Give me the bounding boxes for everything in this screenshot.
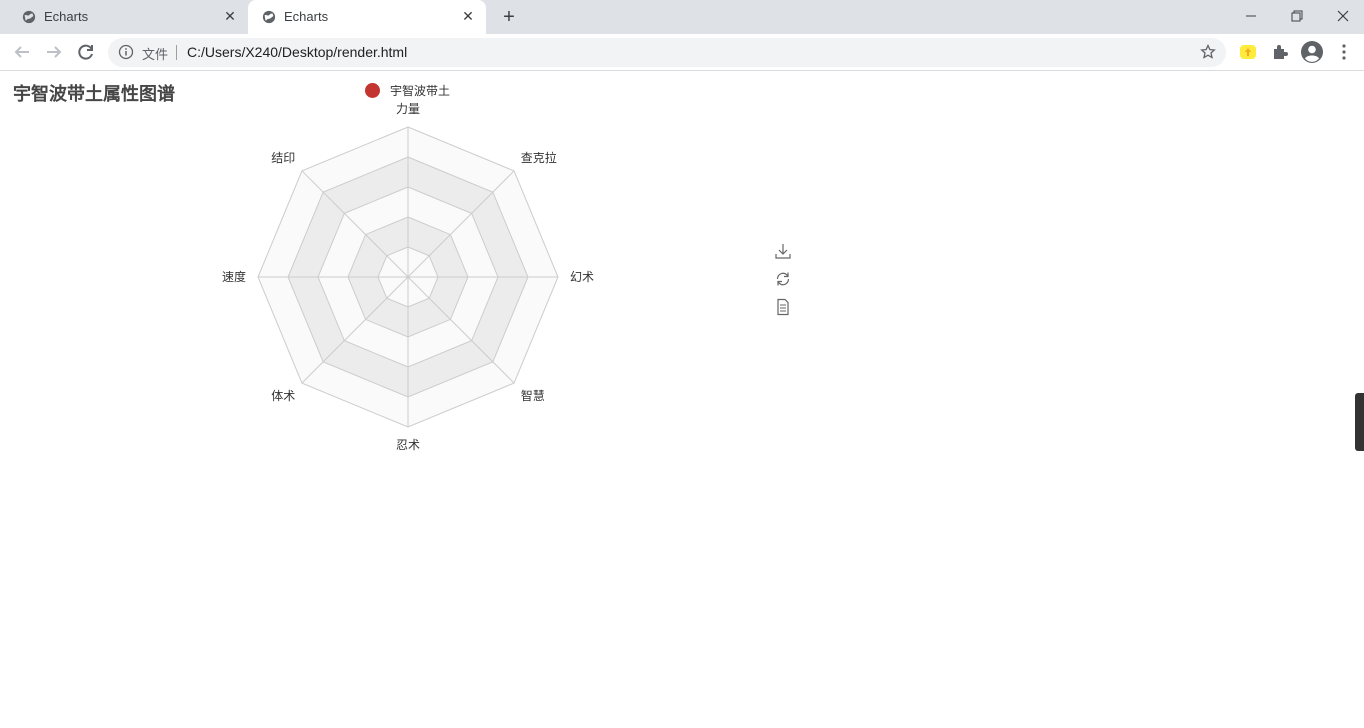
- globe-icon: [22, 10, 36, 24]
- extensions-puzzle-icon[interactable]: [1270, 42, 1290, 62]
- browser-toolbar: 文件 C:/Users/X240/Desktop/render.html: [0, 34, 1364, 71]
- page-content: 宇智波带土属性图谱 宇智波带土 力量 查克拉 幻术 智慧 忍术 体术 速度 结印: [0, 72, 1364, 728]
- tab-title: Echarts: [284, 9, 329, 24]
- restore-icon[interactable]: [774, 270, 792, 288]
- radar-indicator-label: 速度: [222, 269, 246, 284]
- tab-echarts-1[interactable]: Echarts ✕: [8, 0, 248, 34]
- radar-chart: 力量查克拉幻术智慧忍术 体术 速度 结印: [222, 102, 594, 452]
- globe-icon: [262, 10, 276, 24]
- security-label: 文件: [142, 48, 169, 63]
- minimize-icon: [1246, 15, 1256, 17]
- radar-indicator-label: 幻术: [570, 270, 594, 284]
- close-icon[interactable]: ✕: [460, 8, 476, 24]
- radar-indicator-label: 体术: [271, 389, 295, 403]
- download-icon[interactable]: [774, 242, 792, 260]
- data-view-icon[interactable]: [774, 298, 792, 316]
- close-icon[interactable]: ✕: [222, 8, 238, 24]
- reload-icon[interactable]: [74, 40, 98, 64]
- radar-indicator-label: 忍术: [396, 438, 420, 452]
- menu-kebab-icon[interactable]: [1334, 42, 1354, 62]
- bookmark-star-icon[interactable]: [1200, 44, 1216, 60]
- new-tab-button[interactable]: +: [498, 6, 520, 28]
- info-icon[interactable]: [118, 44, 134, 60]
- radar-indicator-label: 智慧: [521, 388, 545, 403]
- tab-title: Echarts: [44, 9, 89, 24]
- close-window-icon: [1337, 10, 1349, 22]
- side-panel-handle[interactable]: [1355, 393, 1364, 451]
- radar-indicator-label: 力量: [396, 102, 420, 116]
- forward-icon[interactable]: [42, 40, 66, 64]
- tab-echarts-2[interactable]: Echarts ✕: [248, 0, 486, 34]
- extension-icon[interactable]: [1238, 42, 1258, 62]
- radar-indicator-label: 结印: [271, 151, 295, 165]
- url-text[interactable]: C:/Users/X240/Desktop/render.html: [187, 44, 407, 60]
- tab-strip: Echarts ✕ Echarts ✕ +: [0, 0, 1364, 34]
- back-icon[interactable]: [10, 40, 34, 64]
- radar-indicator-label: 查克拉: [521, 150, 557, 165]
- profile-avatar-icon[interactable]: [1300, 40, 1324, 64]
- minimize-button[interactable]: [1239, 4, 1263, 28]
- close-window-button[interactable]: [1331, 4, 1355, 28]
- restore-window-button[interactable]: [1285, 4, 1309, 28]
- chart-title: 宇智波带土属性图谱: [13, 84, 175, 105]
- restore-window-icon: [1291, 10, 1303, 22]
- address-bar[interactable]: 文件 C:/Users/X240/Desktop/render.html: [108, 38, 1226, 67]
- divider: [176, 45, 177, 60]
